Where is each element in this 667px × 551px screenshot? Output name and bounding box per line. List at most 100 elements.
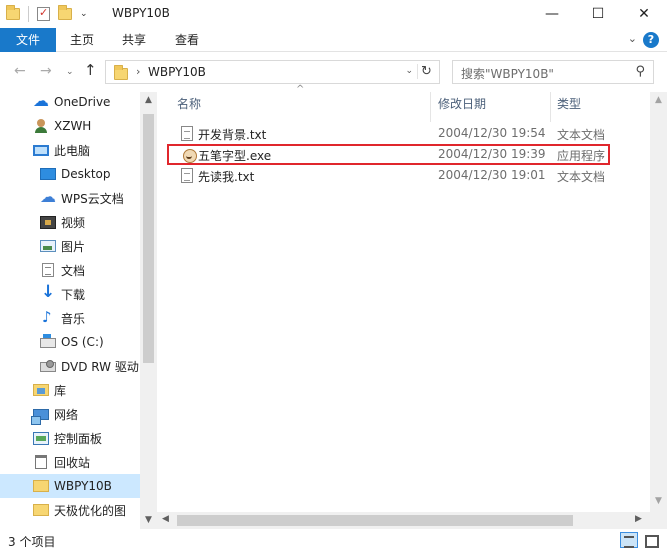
sidebar-item-music[interactable]: 音乐: [0, 306, 140, 330]
recent-locations-button[interactable]: ⌄: [66, 67, 74, 77]
scroll-down-arrow-icon[interactable]: ▼: [650, 496, 667, 506]
forward-button[interactable]: →: [40, 63, 52, 79]
file-row[interactable]: 先读我.txt 2004/12/30 19:01 文本文档: [167, 165, 610, 186]
drive-c-icon: [40, 334, 56, 348]
sidebar-item-onedrive[interactable]: OneDrive: [0, 92, 140, 114]
minimize-button[interactable]: —: [529, 0, 575, 28]
search-box[interactable]: 搜索"WBPY10B" ⚲: [452, 60, 654, 84]
up-button[interactable]: ↑: [84, 61, 97, 79]
file-date: 2004/12/30 19:39: [438, 147, 546, 161]
sidebar-item-xzwh[interactable]: XZWH: [0, 114, 140, 138]
sidebar-item-label: 控制面板: [54, 431, 103, 446]
tab-share[interactable]: 共享: [110, 28, 158, 52]
address-bar[interactable]: › WBPY10B ⌄ ↻: [105, 60, 440, 84]
window-title: WBPY10B: [112, 6, 170, 20]
address-separator-icon[interactable]: ›: [136, 65, 140, 78]
column-divider[interactable]: [550, 92, 551, 122]
window-controls: — ☐ ✕: [529, 0, 667, 28]
folder-icon[interactable]: [6, 5, 20, 20]
scrollbar-thumb[interactable]: [143, 114, 154, 363]
sidebar-item-network[interactable]: 网络: [0, 402, 140, 426]
sidebar-item-desktop[interactable]: Desktop: [0, 162, 140, 186]
sidebar-item-label: 库: [54, 383, 67, 398]
file-type: 应用程序: [557, 149, 606, 163]
onedrive-icon: [33, 92, 49, 110]
sidebar-item-wbpy10b[interactable]: WBPY10B: [0, 474, 140, 498]
maximize-button[interactable]: ☐: [575, 0, 621, 28]
file-list-vertical-scrollbar[interactable]: ▲ ▼: [650, 92, 667, 512]
horizontal-scrollbar-thumb[interactable]: [177, 515, 573, 526]
exe-file-icon: [181, 148, 197, 164]
file-type: 文本文档: [557, 170, 606, 184]
qat-customize-icon[interactable]: ⌄: [80, 9, 88, 19]
text-file-icon: [181, 168, 193, 183]
scroll-down-arrow-icon[interactable]: ▼: [140, 515, 157, 525]
sidebar-item-label: DVD RW 驱动: [61, 359, 139, 374]
help-icon[interactable]: ?: [643, 32, 659, 48]
sidebar-item-label: 视频: [61, 215, 86, 230]
navigation-pane-scrollbar[interactable]: ▲ ▼: [140, 92, 157, 532]
sidebar-item-pictures[interactable]: 图片: [0, 234, 140, 258]
sidebar-item-label: 天极优化的图: [54, 503, 127, 518]
column-header-date[interactable]: 修改日期: [438, 92, 486, 116]
pictures-folder-icon: [40, 240, 56, 252]
qat-divider: [28, 6, 29, 22]
sidebar-item-control-panel[interactable]: 控制面板: [0, 426, 140, 450]
column-divider[interactable]: [430, 92, 431, 122]
sidebar-item-label: XZWH: [54, 119, 92, 133]
item-count: 3 个项目: [8, 535, 56, 549]
file-name: 五笔字型.exe: [198, 149, 272, 163]
dvd-drive-icon: [40, 360, 56, 372]
libraries-icon: [33, 384, 49, 396]
scrollbar-corner: [650, 512, 667, 529]
search-placeholder[interactable]: 搜索"WBPY10B": [461, 65, 554, 82]
file-date: 2004/12/30 19:01: [438, 168, 546, 182]
properties-icon[interactable]: [37, 6, 50, 21]
video-folder-icon: [40, 215, 56, 229]
ribbon-expand-icon[interactable]: ⌄: [628, 32, 637, 45]
control-panel-icon: [33, 431, 49, 445]
column-header-name[interactable]: 名称: [177, 92, 201, 116]
sidebar-item-tianji-folder[interactable]: 天极优化的图: [0, 498, 140, 522]
file-row[interactable]: 开发背景.txt 2004/12/30 19:54 文本文档: [167, 123, 610, 144]
close-button[interactable]: ✕: [621, 0, 667, 28]
status-bar: 3 个项目: [0, 529, 667, 551]
sidebar-item-documents[interactable]: 文档: [0, 258, 140, 282]
refresh-button[interactable]: ↻: [417, 64, 435, 79]
file-type: 文本文档: [557, 128, 606, 142]
sidebar-item-wps-cloud[interactable]: WPS云文档: [0, 186, 140, 210]
file-date: 2004/12/30 19:54: [438, 126, 546, 140]
address-path[interactable]: WBPY10B: [148, 65, 206, 79]
file-row-highlighted[interactable]: 五笔字型.exe 2004/12/30 19:39 应用程序: [167, 144, 610, 165]
quick-access-toolbar: ⌄: [6, 4, 88, 24]
file-list-horizontal-scrollbar[interactable]: ◀ ▶: [157, 512, 650, 529]
sidebar-item-dvd-drive[interactable]: DVD RW 驱动: [0, 354, 140, 378]
sidebar-item-libraries[interactable]: 库: [0, 378, 140, 402]
sidebar-item-videos[interactable]: 视频: [0, 210, 140, 234]
tab-view[interactable]: 查看: [163, 28, 211, 52]
ribbon-tabs: 文件 主页 共享 查看 ⌄ ?: [0, 28, 667, 52]
large-icons-view-icon[interactable]: [642, 532, 660, 548]
details-view-icon[interactable]: [620, 532, 638, 548]
scroll-left-arrow-icon[interactable]: ◀: [162, 514, 169, 524]
sidebar-item-drive-c[interactable]: OS (C:): [0, 330, 140, 354]
address-dropdown-icon[interactable]: ⌄: [405, 66, 413, 76]
tab-file[interactable]: 文件: [0, 28, 56, 52]
network-icon: [31, 408, 49, 425]
column-header-type[interactable]: 类型: [557, 92, 581, 116]
search-icon[interactable]: ⚲: [635, 64, 645, 79]
new-folder-icon[interactable]: [58, 5, 72, 20]
title-bar: ⌄ WBPY10B — ☐ ✕: [0, 0, 667, 28]
sidebar-item-label: OneDrive: [54, 95, 111, 109]
sidebar-item-recycle-bin[interactable]: 回收站: [0, 450, 140, 474]
scroll-right-arrow-icon[interactable]: ▶: [635, 514, 642, 524]
sidebar-item-label: 此电脑: [54, 143, 91, 158]
tab-home[interactable]: 主页: [58, 28, 106, 52]
downloads-folder-icon: [40, 282, 56, 302]
sidebar-item-this-pc[interactable]: 此电脑: [0, 138, 140, 162]
back-button[interactable]: ←: [14, 63, 26, 79]
scroll-up-arrow-icon[interactable]: ▲: [650, 95, 667, 105]
sidebar-item-downloads[interactable]: 下载: [0, 282, 140, 306]
recycle-bin-icon: [35, 455, 47, 469]
scroll-up-arrow-icon[interactable]: ▲: [140, 95, 157, 105]
